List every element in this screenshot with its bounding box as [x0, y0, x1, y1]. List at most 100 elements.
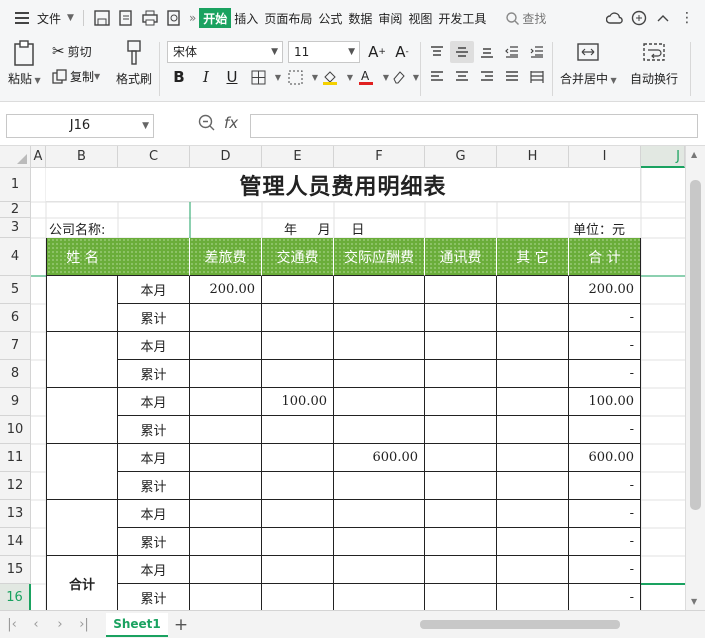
format-painter-button[interactable]: 格式刷 [116, 40, 152, 87]
increase-font-size-icon[interactable]: A + [365, 41, 389, 63]
transport-cell[interactable] [262, 472, 334, 500]
scroll-thumb[interactable] [420, 620, 620, 629]
entertainment-cell[interactable] [334, 556, 425, 584]
scroll-up-icon[interactable]: ▲ [691, 150, 697, 159]
travel-cell[interactable]: 200.00 [190, 276, 262, 304]
entertainment-cell[interactable] [334, 304, 425, 332]
more-options-icon[interactable]: ⋮ [678, 9, 696, 27]
justify-icon[interactable] [500, 66, 524, 88]
communication-cell[interactable] [425, 556, 497, 584]
other-cell[interactable] [497, 472, 569, 500]
tab-sheet1[interactable]: Sheet1 [106, 612, 168, 637]
font-name-select[interactable]: 宋体 ▼ [167, 41, 283, 63]
period-cell[interactable]: 本月 [118, 500, 190, 528]
row-header-10[interactable]: 10 [0, 416, 31, 444]
entertainment-cell[interactable] [334, 500, 425, 528]
travel-cell[interactable] [190, 360, 262, 388]
align-bottom-icon[interactable] [475, 41, 499, 63]
add-sheet-button[interactable]: + [168, 615, 194, 635]
other-cell[interactable] [497, 500, 569, 528]
total-cell[interactable]: 100.00 [569, 388, 641, 416]
row-header-2[interactable]: 2 [0, 202, 31, 218]
period-cell[interactable]: 本月 [118, 556, 190, 584]
communication-cell[interactable] [425, 444, 497, 472]
entertainment-cell[interactable] [334, 416, 425, 444]
wrap-text-button[interactable]: 自动换行 [630, 40, 678, 87]
row-header-9[interactable]: 9 [0, 388, 31, 416]
tab-insert[interactable]: 插入 [231, 7, 261, 29]
column-header-f[interactable]: F [334, 146, 425, 168]
transport-cell[interactable] [262, 444, 334, 472]
more-icon[interactable]: » [186, 7, 199, 29]
row-header-1[interactable]: 1 [0, 168, 31, 202]
copy-button[interactable]: 复制 ▼ [52, 68, 100, 85]
name-cell[interactable] [46, 388, 118, 444]
total-cell[interactable]: 200.00 [569, 276, 641, 304]
last-sheet-icon[interactable]: ›| [72, 617, 96, 632]
formula-input[interactable] [250, 114, 698, 138]
name-cell[interactable] [46, 332, 118, 388]
period-cell[interactable]: 本月 [118, 388, 190, 416]
tab-data[interactable]: 数据 [345, 7, 375, 29]
travel-cell[interactable] [190, 584, 262, 610]
period-cell[interactable]: 本月 [118, 276, 190, 304]
row-header-12[interactable]: 12 [0, 472, 31, 500]
name-cell[interactable] [46, 276, 118, 332]
communication-cell[interactable] [425, 304, 497, 332]
name-box[interactable]: J16 ▼ [6, 114, 154, 138]
travel-cell[interactable] [190, 444, 262, 472]
search-button[interactable]: 查找 [503, 7, 549, 29]
communication-cell[interactable] [425, 416, 497, 444]
bold-icon[interactable]: B [167, 66, 191, 88]
row-header-16[interactable]: 16 [0, 584, 31, 610]
communication-cell[interactable] [425, 528, 497, 556]
align-left-icon[interactable] [425, 66, 449, 88]
horizontal-scrollbar[interactable] [400, 617, 690, 631]
share-icon[interactable] [630, 9, 648, 27]
entertainment-cell[interactable]: 600.00 [334, 444, 425, 472]
communication-cell[interactable] [425, 360, 497, 388]
transport-cell[interactable] [262, 332, 334, 360]
travel-cell[interactable] [190, 528, 262, 556]
scroll-thumb[interactable] [690, 180, 701, 510]
file-menu[interactable]: 文件 [34, 7, 64, 29]
column-header-d[interactable]: D [190, 146, 262, 168]
row-header-8[interactable]: 8 [0, 360, 31, 388]
period-cell[interactable]: 本月 [118, 332, 190, 360]
total-cell[interactable]: - [569, 416, 641, 444]
row-header-3[interactable]: 3 [0, 218, 31, 238]
transport-cell[interactable] [262, 556, 334, 584]
total-cell[interactable]: - [569, 360, 641, 388]
row-header-11[interactable]: 11 [0, 444, 31, 472]
other-cell[interactable] [497, 332, 569, 360]
total-cell[interactable]: - [569, 556, 641, 584]
tab-developer[interactable]: 开发工具 [435, 7, 489, 29]
transport-cell[interactable] [262, 304, 334, 332]
chevron-down-icon[interactable]: ▼ [64, 7, 77, 29]
travel-cell[interactable] [190, 556, 262, 584]
zoom-icon[interactable] [198, 114, 216, 132]
total-cell[interactable]: - [569, 472, 641, 500]
communication-cell[interactable] [425, 584, 497, 610]
communication-cell[interactable] [425, 500, 497, 528]
merge-center-button[interactable]: 合并居中 ▼ [560, 40, 617, 87]
total-cell[interactable]: - [569, 528, 641, 556]
column-header-i[interactable]: I [569, 146, 641, 168]
next-sheet-icon[interactable]: › [48, 617, 72, 632]
tab-view[interactable]: 视图 [405, 7, 435, 29]
row-header-5[interactable]: 5 [0, 276, 31, 304]
name-cell[interactable] [46, 500, 118, 556]
transport-cell[interactable] [262, 500, 334, 528]
column-header-b[interactable]: B [46, 146, 118, 168]
total-cell[interactable]: - [569, 584, 641, 610]
cut-button[interactable]: ✂ 剪切 [52, 42, 92, 60]
first-sheet-icon[interactable]: |‹ [0, 617, 24, 632]
other-cell[interactable] [497, 556, 569, 584]
other-cell[interactable] [497, 304, 569, 332]
total-cell[interactable]: - [569, 500, 641, 528]
entertainment-cell[interactable] [334, 388, 425, 416]
communication-cell[interactable] [425, 388, 497, 416]
font-size-select[interactable]: 11 ▼ [288, 41, 360, 63]
row-header-15[interactable]: 15 [0, 556, 31, 584]
period-cell[interactable]: 累计 [118, 528, 190, 556]
